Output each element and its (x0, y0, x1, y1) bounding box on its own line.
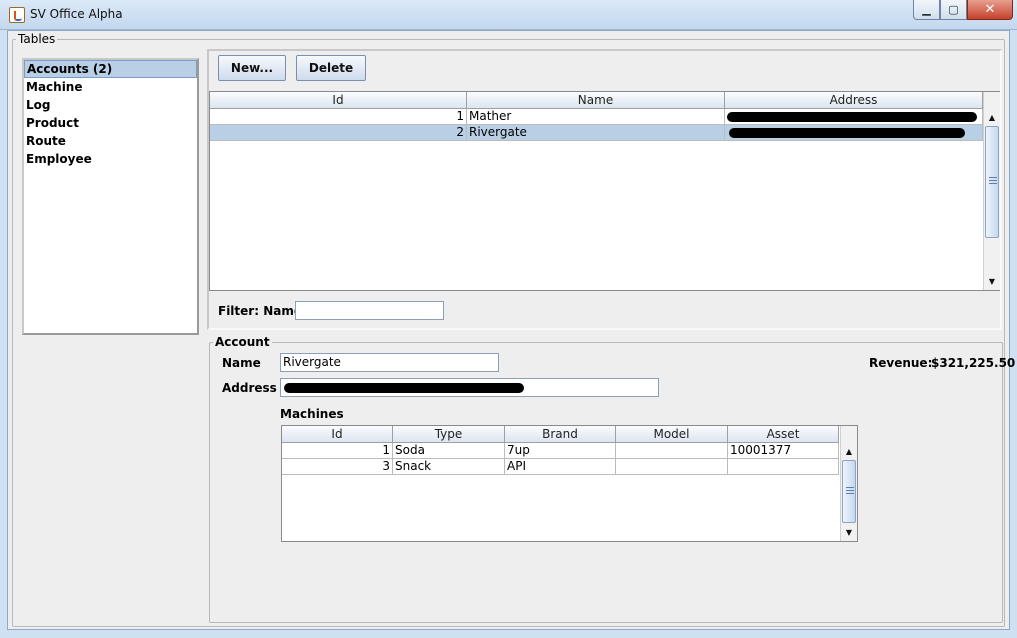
cell-type: Soda (393, 443, 505, 459)
account-address-input[interactable] (280, 378, 659, 397)
tables-legend: Tables (16, 32, 58, 46)
new-button[interactable]: New... (218, 55, 286, 81)
cell-brand: API (505, 459, 616, 475)
accounts-table-scrollbar[interactable]: ▲ ▼ (983, 92, 1000, 290)
list-item-route[interactable]: Route (24, 132, 197, 150)
column-header-name[interactable]: Name (467, 92, 725, 109)
list-item-log[interactable]: Log (24, 96, 197, 114)
column-header-model[interactable]: Model (616, 426, 728, 443)
revenue-label: Revenue: (869, 356, 933, 370)
revenue-value: $321,225.50 (931, 356, 1016, 370)
accounts-panel: New... Delete Id Name Address 1 Mather 2… (207, 49, 1002, 330)
address-label: Address (222, 381, 277, 395)
column-header-address[interactable]: Address (725, 92, 983, 109)
redaction-mark (727, 112, 977, 122)
cell-id: 1 (210, 109, 467, 125)
accounts-table: Id Name Address 1 Mather 2 Rivergate ▲ ▼ (209, 91, 1000, 291)
cell-id: 2 (210, 125, 467, 141)
table-row[interactable]: 3 Snack API (282, 459, 839, 475)
cell-address (725, 109, 983, 125)
cell-id: 1 (282, 443, 393, 459)
accounts-table-header: Id Name Address (210, 92, 983, 109)
tables-list[interactable]: Accounts (2) Machine Log Product Route E… (22, 58, 199, 335)
account-group: Account Name Rivergate Address Revenue: … (209, 335, 1015, 623)
cell-brand: 7up (505, 443, 616, 459)
minimize-button[interactable]: ▁ (913, 0, 940, 20)
redaction-mark (729, 128, 965, 138)
scroll-thumb[interactable] (985, 126, 999, 238)
list-item-product[interactable]: Product (24, 114, 197, 132)
cell-asset (728, 459, 839, 475)
cell-name: Mather (467, 109, 725, 125)
cell-address (725, 125, 983, 141)
filter-name-input[interactable] (295, 301, 444, 320)
delete-button[interactable]: Delete (296, 55, 366, 81)
tables-group: Tables Accounts (2) Machine Log Product … (12, 32, 1015, 627)
column-header-id[interactable]: Id (210, 92, 467, 109)
column-header-type[interactable]: Type (393, 426, 505, 443)
scroll-up-icon[interactable]: ▲ (841, 443, 857, 460)
filter-label: Filter: Name (218, 304, 302, 318)
column-header-id[interactable]: Id (282, 426, 393, 443)
window-title: SV Office Alpha (30, 7, 123, 21)
list-item-employee[interactable]: Employee (24, 150, 197, 168)
redaction-mark (284, 383, 524, 393)
cell-model (616, 443, 728, 459)
scroll-up-icon[interactable]: ▲ (984, 109, 1000, 126)
table-row[interactable]: 1 Mather (210, 109, 983, 125)
java-app-icon (9, 7, 25, 23)
scroll-thumb[interactable] (842, 460, 856, 523)
title-bar: SV Office Alpha ▁ ▢ ✕ (0, 0, 1017, 30)
table-row-selected[interactable]: 2 Rivergate (210, 125, 983, 141)
cell-type: Snack (393, 459, 505, 475)
window-client-area: Tables Accounts (2) Machine Log Product … (7, 30, 1015, 630)
machines-table-scrollbar[interactable]: ▲ ▼ (840, 426, 857, 541)
grip-icon (989, 177, 997, 184)
list-item-machine[interactable]: Machine (24, 78, 197, 96)
close-button[interactable]: ✕ (967, 0, 1013, 20)
account-legend: Account (213, 335, 272, 349)
name-label: Name (222, 356, 261, 370)
machines-table: Id Type Brand Model Asset 1 Soda 7up 100… (281, 425, 858, 542)
scroll-down-icon[interactable]: ▼ (984, 273, 1000, 290)
table-row[interactable]: 1 Soda 7up 10001377 (282, 443, 839, 459)
maximize-button[interactable]: ▢ (940, 0, 967, 20)
list-item-accounts[interactable]: Accounts (2) (24, 60, 197, 78)
column-header-asset[interactable]: Asset (728, 426, 839, 443)
window-controls: ▁ ▢ ✕ (913, 0, 1013, 20)
cell-name: Rivergate (467, 125, 725, 141)
grip-icon (846, 487, 854, 494)
machines-label: Machines (280, 407, 344, 421)
cell-model (616, 459, 728, 475)
machines-table-header: Id Type Brand Model Asset (282, 426, 839, 443)
scroll-down-icon[interactable]: ▼ (841, 524, 857, 541)
column-header-brand[interactable]: Brand (505, 426, 616, 443)
cell-id: 3 (282, 459, 393, 475)
cell-asset: 10001377 (728, 443, 839, 459)
account-name-input[interactable]: Rivergate (280, 353, 499, 372)
